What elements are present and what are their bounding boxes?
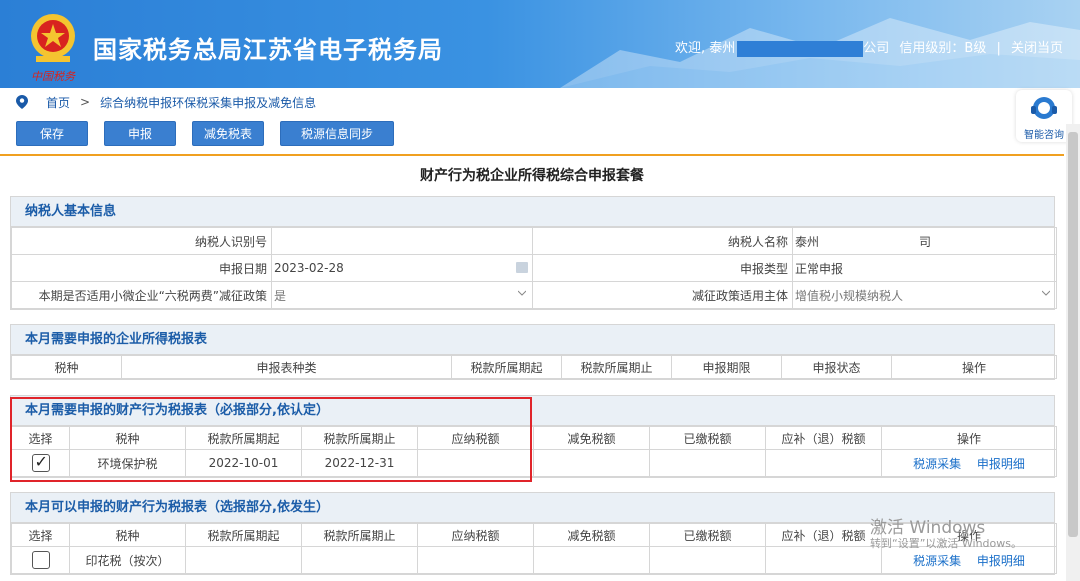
header-banner: 中国税务 国家税务总局江苏省电子税务局 欢迎, 泰州 公司 信用级别：B级 | 关… (0, 0, 1080, 88)
redacted-name (737, 40, 864, 57)
column-header: 应纳税额 (417, 523, 534, 547)
toolbar-divider (0, 154, 1064, 156)
exempt-cell (533, 546, 650, 574)
customer-service-icon (1031, 97, 1057, 119)
taxpayer-id-field[interactable] (271, 227, 533, 255)
company-suffix: 公司 (863, 41, 890, 56)
toolbar: 保存 申报 减免税表 税源信息同步 (16, 121, 410, 146)
smart-consult-label: 智能咨询 (1024, 130, 1064, 141)
site-title: 国家税务总局江苏省电子税务局 (93, 36, 443, 64)
column-header: 已缴税额 (649, 426, 766, 450)
tax-emblem-logo: 中国税务 (31, 14, 76, 83)
welcome-text: 欢迎, 泰州 (675, 41, 736, 56)
balance-cell (765, 449, 882, 477)
subject-label: 减征政策适用主体 (532, 281, 793, 309)
table-header-row: 税种 申报表种类 税款所属期起 税款所属期止 申报期限 申报状态 操作 (11, 355, 1057, 379)
column-header: 操作 (881, 426, 1057, 450)
declare-type-label: 申报类型 (532, 254, 793, 282)
period-end-cell (301, 546, 418, 574)
column-header: 税款所属期起 (451, 355, 562, 379)
payable-cell (417, 546, 534, 574)
subject-select[interactable]: 增值税小规模纳税人 (792, 281, 1057, 309)
subject-value: 增值税小规模纳税人 (795, 288, 904, 303)
taxpayer-name-label: 纳税人名称 (532, 227, 793, 255)
divider: | (996, 41, 1001, 56)
chevron-down-icon (1042, 290, 1050, 296)
tax-source-sync-button[interactable]: 税源信息同步 (280, 121, 394, 146)
policy-select[interactable]: 是 (271, 281, 533, 309)
save-button[interactable]: 保存 (16, 121, 88, 146)
paid-cell (649, 449, 766, 477)
column-header: 应补（退）税额 (765, 426, 882, 450)
declare-date-value: 2023-02-28 (274, 261, 344, 275)
table-row: 纳税人识别号 纳税人名称 泰州 司 (11, 227, 1057, 255)
column-header: 税种 (69, 523, 186, 547)
page-title: 财产行为税企业所得税综合申报套餐 (420, 168, 644, 184)
period-start-cell (185, 546, 302, 574)
action-cell: 税源采集 申报明细 (881, 449, 1057, 477)
tax-source-collect-link[interactable]: 税源采集 (913, 554, 961, 568)
declare-detail-link[interactable]: 申报明细 (977, 554, 1025, 568)
tax-type-cell: 印花税（按次） (69, 546, 186, 574)
column-header: 选择 (11, 523, 70, 547)
basic-info-section: 纳税人基本信息 纳税人识别号 纳税人名称 泰州 司 申报日期 2023-02-28… (10, 196, 1057, 310)
vertical-scrollbar[interactable] (1066, 124, 1080, 581)
column-header: 申报期限 (671, 355, 782, 379)
tax-source-collect-link[interactable]: 税源采集 (913, 457, 961, 471)
table-row: 申报日期 2023-02-28 申报类型 正常申报 (11, 254, 1057, 282)
declare-button[interactable]: 申报 (104, 121, 176, 146)
declare-date-field[interactable]: 2023-02-28 (271, 254, 533, 282)
close-page-link[interactable]: 关闭当页 (1011, 41, 1063, 56)
column-header: 已缴税额 (649, 523, 766, 547)
exemption-table-button[interactable]: 减免税表 (192, 121, 264, 146)
column-header: 税款所属期止 (561, 355, 672, 379)
declare-detail-link[interactable]: 申报明细 (977, 457, 1025, 471)
row-checkbox[interactable] (31, 551, 50, 569)
taxpayer-name-field: 泰州 司 (792, 227, 1057, 255)
basic-info-title: 纳税人基本信息 (11, 197, 1054, 227)
chevron-down-icon (518, 290, 526, 296)
corp-tax-section: 本月需要申报的企业所得税报表 税种 申报表种类 税款所属期起 税款所属期止 申报… (10, 324, 1057, 380)
declare-type-value: 正常申报 (792, 254, 1057, 282)
column-header: 操作 (891, 355, 1057, 379)
balance-cell (765, 546, 882, 574)
breadcrumb-current: 综合纳税申报环保税采集申报及减免信息 (100, 95, 317, 110)
user-bar: 欢迎, 泰州 公司 信用级别：B级 | 关闭当页 (675, 37, 1063, 57)
column-header: 减免税额 (533, 523, 650, 547)
policy-label: 本期是否适用小微企业“六税两费”减征政策 (11, 281, 272, 309)
activation-watermark-sub: 转到“设置”以激活 Windows。 (870, 537, 1022, 550)
exempt-cell (533, 449, 650, 477)
breadcrumb-separator: > (80, 95, 91, 109)
smart-consult-widget[interactable]: 智能咨询 (1016, 90, 1072, 142)
table-row: 本期是否适用小微企业“六税两费”减征政策 是 减征政策适用主体 增值税小规模纳税… (11, 281, 1057, 309)
credit-level: 信用级别：B级 (899, 41, 987, 56)
basic-info-table: 纳税人识别号 纳税人名称 泰州 司 申报日期 2023-02-28 申报类型 正常… (11, 227, 1057, 309)
name-prefix: 泰州 (795, 234, 820, 249)
highlight-box (10, 397, 532, 482)
breadcrumb: 首页 > 综合纳税申报环保税采集申报及减免信息 (16, 93, 326, 111)
paid-cell (649, 546, 766, 574)
svg-text:中国税务: 中国税务 (31, 70, 76, 83)
column-header: 税种 (11, 355, 122, 379)
breadcrumb-home[interactable]: 首页 (46, 94, 70, 111)
column-header: 申报表种类 (121, 355, 452, 379)
column-header: 减免税额 (533, 426, 650, 450)
corp-tax-table: 税种 申报表种类 税款所属期起 税款所属期止 申报期限 申报状态 操作 (11, 355, 1057, 379)
name-suffix: 司 (919, 234, 932, 249)
taxpayer-id-label: 纳税人识别号 (11, 227, 272, 255)
corp-tax-title: 本月需要申报的企业所得税报表 (11, 325, 1054, 355)
policy-value: 是 (274, 288, 287, 303)
location-pin-icon (16, 95, 28, 109)
calendar-icon[interactable] (516, 262, 528, 273)
declare-date-label: 申报日期 (11, 254, 272, 282)
select-cell (11, 546, 70, 574)
column-header: 税款所属期起 (185, 523, 302, 547)
column-header: 应补（退）税额 (765, 523, 882, 547)
scroll-thumb[interactable] (1068, 132, 1078, 537)
column-header: 税款所属期止 (301, 523, 418, 547)
column-header: 申报状态 (781, 355, 892, 379)
